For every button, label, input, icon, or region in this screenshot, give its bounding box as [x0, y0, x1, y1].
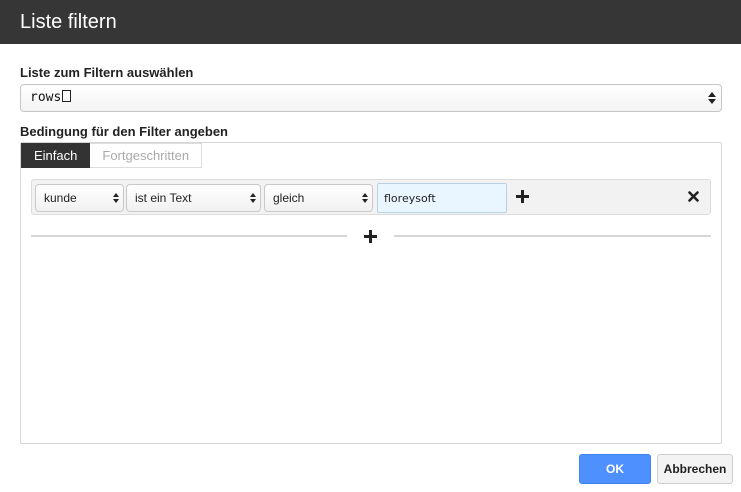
select-arrows-icon [362, 193, 368, 203]
tab-fortgeschritten[interactable]: Fortgeschritten [90, 143, 203, 168]
tab-einfach[interactable]: Einfach [21, 143, 91, 168]
condition-label: Bedingung für den Filter angeben [20, 124, 228, 139]
close-icon[interactable] [688, 191, 699, 202]
list-select-label: Liste zum Filtern auswählen [20, 65, 194, 80]
mode-tabs: Einfach Fortgeschritten [21, 143, 203, 168]
select-arrows-icon [113, 193, 119, 203]
operator-select-value: gleich [273, 191, 305, 205]
select-arrows-icon [250, 193, 256, 203]
list-select[interactable]: rows [20, 84, 722, 112]
plus-icon[interactable] [516, 190, 529, 203]
plus-icon[interactable] [364, 230, 377, 243]
type-select-value: ist ein Text [135, 191, 192, 205]
cancel-button[interactable]: Abbrechen [657, 454, 733, 484]
field-select-value: kunde [44, 191, 77, 205]
list-select-value: rows [30, 90, 62, 105]
dialog-title: Liste filtern [0, 0, 741, 44]
operator-select[interactable]: gleich [264, 184, 373, 212]
select-arrows-icon [708, 92, 716, 104]
type-select[interactable]: ist ein Text [126, 184, 261, 212]
value-input[interactable] [377, 183, 507, 213]
field-select[interactable]: kunde [35, 184, 124, 212]
ok-button[interactable]: OK [579, 454, 651, 484]
text-cursor [62, 90, 72, 102]
divider-left [31, 235, 347, 237]
condition-row: kunde ist ein Text gleich [31, 179, 711, 215]
divider-right [394, 235, 711, 237]
